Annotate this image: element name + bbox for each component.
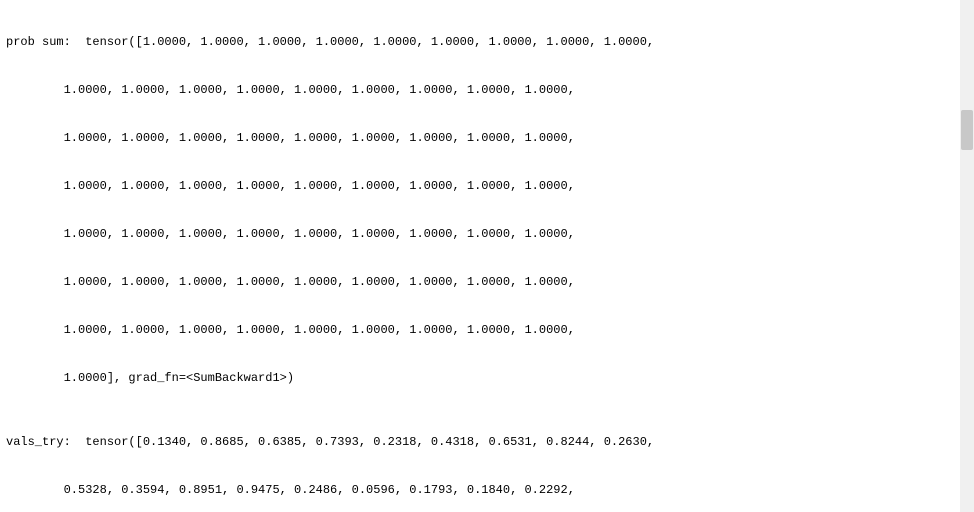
- prob-sum-line-2: 1.0000, 1.0000, 1.0000, 1.0000, 1.0000, …: [6, 130, 968, 146]
- prob-sum-line-5: 1.0000, 1.0000, 1.0000, 1.0000, 1.0000, …: [6, 274, 968, 290]
- prob-sum-line-0: prob sum: tensor([1.0000, 1.0000, 1.0000…: [6, 34, 968, 50]
- vals-try-line-1: 0.5328, 0.3594, 0.8951, 0.9475, 0.2486, …: [6, 482, 968, 498]
- prob-sum-line-6: 1.0000, 1.0000, 1.0000, 1.0000, 1.0000, …: [6, 322, 968, 338]
- scrollbar-thumb[interactable]: [961, 110, 973, 150]
- prob-sum-line-3: 1.0000, 1.0000, 1.0000, 1.0000, 1.0000, …: [6, 178, 968, 194]
- vertical-scrollbar[interactable]: [960, 0, 974, 512]
- prob-sum-line-7: 1.0000], grad_fn=<SumBackward1>): [6, 370, 968, 386]
- prob-sum-line-1: 1.0000, 1.0000, 1.0000, 1.0000, 1.0000, …: [6, 82, 968, 98]
- prob-sum-line-4: 1.0000, 1.0000, 1.0000, 1.0000, 1.0000, …: [6, 226, 968, 242]
- vals-try-line-0: vals_try: tensor([0.1340, 0.8685, 0.6385…: [6, 434, 968, 450]
- console-output: prob sum: tensor([1.0000, 1.0000, 1.0000…: [0, 0, 974, 512]
- scrollbar-track-area[interactable]: [960, 0, 974, 512]
